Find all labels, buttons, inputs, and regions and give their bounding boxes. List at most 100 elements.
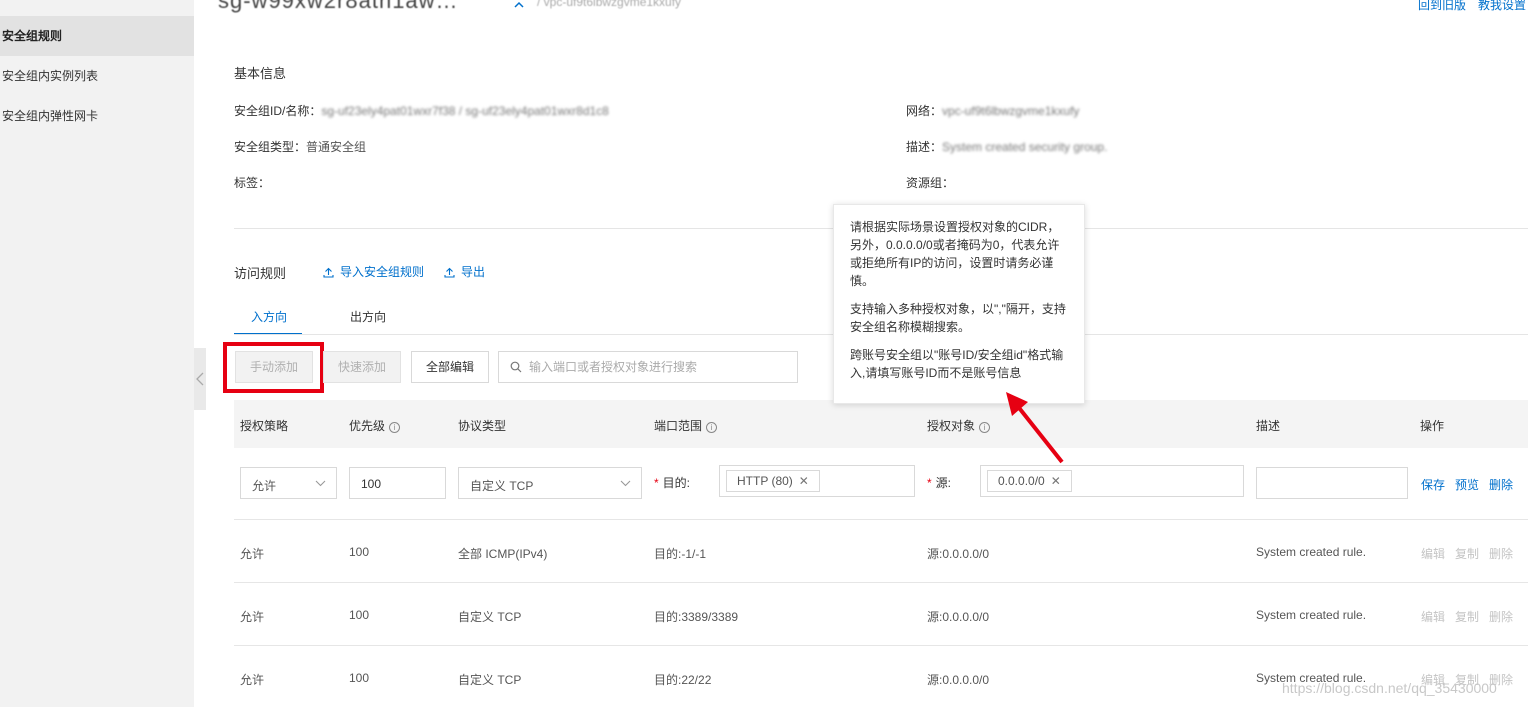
description-row: 描述：System created security group. — [906, 138, 1107, 155]
row1-copy-link[interactable]: 复制 — [1455, 545, 1479, 562]
annotation-arrow — [1006, 392, 1064, 464]
chevron-left-icon — [196, 372, 204, 386]
row3-source: 源:0.0.0.0/0 — [927, 673, 990, 687]
row3-priority: 100 — [349, 671, 370, 685]
col-actions: 操作 — [1420, 419, 1445, 433]
policy-select-value: 允许 — [252, 479, 277, 493]
row2-description: System created rule. — [1256, 608, 1367, 622]
priority-input-value: 100 — [361, 477, 382, 491]
info-icon[interactable]: i — [706, 422, 718, 433]
preview-link[interactable]: 预览 — [1455, 476, 1479, 493]
edit-all-button[interactable]: 全部编辑 — [411, 351, 489, 383]
basic-info-title: 基本信息 — [234, 66, 287, 81]
sg-id-value: sg-uf23ely4pat01wxr7f38 / sg-uf23ely4pat… — [321, 104, 609, 118]
col-source-label: 授权对象 — [927, 419, 976, 433]
info-icon[interactable]: i — [389, 422, 401, 433]
row3-policy: 允许 — [240, 673, 265, 687]
export-label: 导出 — [461, 265, 486, 279]
chevron-down-icon — [620, 480, 631, 487]
src-label: * 源: — [927, 476, 952, 490]
priority-input[interactable]: 100 — [349, 467, 446, 499]
row1-protocol: 全部 ICMP(IPv4) — [458, 547, 548, 561]
back-to-old-version-link[interactable]: 回到旧版 — [1418, 0, 1466, 13]
sidebar-item-instances[interactable]: 安全组内实例列表 — [0, 56, 194, 96]
col-protocol: 协议类型 — [458, 419, 507, 433]
protocol-select-value: 自定义 TCP — [470, 479, 534, 493]
row2-policy: 允许 — [240, 610, 265, 624]
description-value: System created security group. — [942, 140, 1108, 154]
sg-id-row: 安全组ID/名称：sg-uf23ely4pat01wxr7f38 / sg-uf… — [234, 102, 609, 119]
tag-label: 标签： — [234, 176, 271, 190]
network-value[interactable]: vpc-uf9t6lbwzgvme1kxufy — [942, 104, 1079, 118]
tooltip-para-2: 支持输入多种授权对象，以","隔开，支持安全组名称模糊搜索。 — [850, 302, 1066, 334]
upload-icon — [323, 267, 334, 278]
row-divider — [234, 645, 1528, 646]
col-description: 描述 — [1256, 419, 1281, 433]
row1-edit-link[interactable]: 编辑 — [1421, 545, 1445, 562]
row1-source: 源:0.0.0.0/0 — [927, 547, 990, 561]
sidebar: 安全组规则 安全组内实例列表 安全组内弹性网卡 — [0, 0, 194, 707]
search-input[interactable] — [529, 358, 789, 376]
row2-priority: 100 — [349, 608, 370, 622]
port-tag: HTTP (80) ✕ — [726, 470, 820, 492]
row3-port: 目的:22/22 — [654, 673, 712, 687]
row2-copy-link[interactable]: 复制 — [1455, 608, 1479, 625]
table-header — [234, 400, 1528, 448]
row2-source: 源:0.0.0.0/0 — [927, 610, 990, 624]
col-priority-label: 优先级 — [349, 419, 386, 433]
row2-protocol: 自定义 TCP — [458, 610, 522, 624]
row2-edit-link[interactable]: 编辑 — [1421, 608, 1445, 625]
col-priority: 优先级 i — [349, 417, 401, 434]
search-box — [498, 351, 798, 383]
sidebar-item-rules[interactable]: 安全组规则 — [0, 16, 194, 56]
vpc-link[interactable]: / vpc-uf9t6lbwzgvme1kxufy — [537, 0, 681, 9]
port-range-input[interactable]: HTTP (80) ✕ — [719, 465, 915, 497]
row2-port: 目的:3389/3389 — [654, 610, 739, 624]
col-source: 授权对象 i — [927, 417, 991, 434]
row-divider — [234, 582, 1528, 583]
delete-link[interactable]: 删除 — [1489, 476, 1513, 493]
port-tag-label: HTTP (80) — [737, 474, 793, 488]
import-rules-link[interactable]: 导入安全组规则 — [323, 263, 424, 280]
row1-delete-link[interactable]: 删除 — [1489, 545, 1513, 562]
dest-label: * 目的: — [654, 476, 691, 490]
info-icon[interactable]: i — [979, 422, 991, 433]
sg-type-label: 安全组类型： — [234, 140, 307, 154]
save-link[interactable]: 保存 — [1421, 476, 1445, 493]
close-icon[interactable]: ✕ — [1051, 474, 1061, 488]
row2-delete-link[interactable]: 删除 — [1489, 608, 1513, 625]
row1-policy: 允许 — [240, 547, 265, 561]
tab-inbound[interactable]: 入方向 — [251, 308, 287, 325]
row1-port: 目的:-1/-1 — [654, 547, 707, 561]
security-group-page: 安全组规则 安全组内实例列表 安全组内弹性网卡 sg-w99xw2r8atn1a… — [0, 0, 1528, 707]
highlight-box — [223, 342, 324, 393]
vpc-icon — [514, 1, 524, 8]
export-icon — [444, 267, 455, 278]
sg-id-label: 安全组ID/名称： — [234, 104, 322, 118]
row-divider — [234, 519, 1528, 520]
policy-select[interactable]: 允许 — [240, 467, 337, 499]
close-icon[interactable]: ✕ — [799, 474, 809, 488]
network-row: 网络：vpc-uf9t6lbwzgvme1kxufy — [906, 102, 1079, 119]
export-link[interactable]: 导出 — [444, 263, 485, 280]
quick-add-button[interactable]: 快速添加 — [323, 351, 401, 383]
description-input[interactable] — [1256, 467, 1408, 499]
tooltip-para-1: 请根据实际场景设置授权对象的CIDR，另外，0.0.0.0/0或者掩码为0，代表… — [850, 220, 1060, 288]
row3-protocol: 自定义 TCP — [458, 673, 522, 687]
sidebar-item-eni[interactable]: 安全组内弹性网卡 — [0, 96, 194, 136]
search-icon — [510, 361, 522, 373]
sidebar-collapse-handle[interactable] — [194, 348, 206, 410]
help-setup-link[interactable]: 教我设置 — [1478, 0, 1526, 13]
chevron-down-icon — [315, 480, 326, 487]
col-port-range: 端口范围 i — [654, 417, 718, 434]
description-label: 描述： — [906, 140, 943, 154]
source-tag-label: 0.0.0.0/0 — [998, 474, 1045, 488]
col-port-range-label: 端口范围 — [654, 419, 703, 433]
row1-description: System created rule. — [1256, 545, 1367, 559]
protocol-select[interactable]: 自定义 TCP — [458, 467, 642, 499]
import-rules-label: 导入安全组规则 — [340, 265, 425, 279]
sg-type-row: 安全组类型：普通安全组 — [234, 138, 366, 155]
watermark: https://blog.csdn.net/qq_35430000 — [1282, 680, 1497, 696]
network-label: 网络： — [906, 104, 943, 118]
tab-outbound[interactable]: 出方向 — [350, 308, 386, 325]
